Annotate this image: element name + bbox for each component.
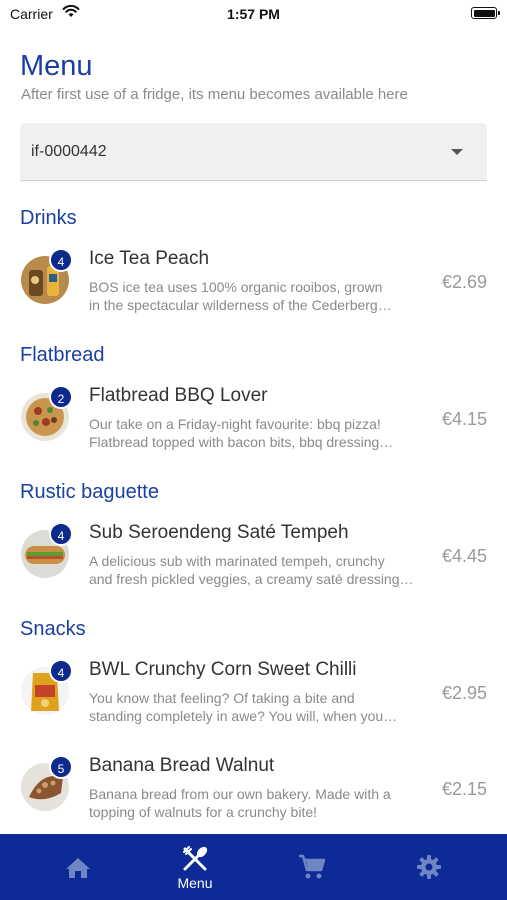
item-name: Flatbread BBQ Lover — [89, 385, 268, 406]
item-price: €4.45 — [441, 546, 487, 566]
item-description-line: in the spectacular wilderness of the Ced… — [89, 297, 392, 313]
fridge-select-value: if-0000442 — [31, 143, 107, 160]
gear-icon — [417, 855, 441, 879]
status-bar: Carrier 1:57 PM — [0, 0, 507, 30]
page-subtitle: After first use of a fridge, its menu be… — [21, 86, 408, 103]
home-icon — [66, 858, 90, 878]
tab-menu-label: Menu — [177, 875, 213, 891]
section-title-snacks: Snacks — [20, 618, 86, 640]
quantity-badge: 4 — [49, 659, 73, 683]
item-description-line: topping of walnuts for a crunchy bite! — [89, 804, 318, 820]
item-description-line: You know that feeling? Of taking a bite … — [89, 690, 355, 706]
section-title-flatbread: Flatbread — [20, 344, 105, 366]
menu-item[interactable]: 4 Ice Tea Peach BOS ice tea uses 100% or… — [0, 248, 507, 324]
tab-cart[interactable] — [249, 834, 375, 900]
item-description: A delicious sub with marinated tempeh, c… — [89, 552, 421, 588]
battery-icon — [471, 7, 500, 19]
quantity-badge: 4 — [49, 248, 73, 272]
section-title-rustic-baguette: Rustic baguette — [20, 481, 159, 503]
quantity-badge: 5 — [49, 755, 73, 779]
menu-item[interactable]: 4 Sub Seroendeng Saté Tempeh A delicious… — [0, 522, 507, 598]
section-title-drinks: Drinks — [20, 207, 77, 229]
item-description-line: A delicious sub with marinated tempeh, c… — [89, 553, 385, 569]
item-name: Ice Tea Peach — [89, 248, 210, 269]
quantity-badge: 2 — [49, 385, 73, 409]
tab-home[interactable] — [15, 834, 141, 900]
item-description-line: Flatbread topped with bacon bits, bbq dr… — [89, 434, 394, 450]
tab-bar: Menu — [0, 834, 507, 900]
item-price: €2.95 — [441, 683, 487, 703]
item-name: Banana Bread Walnut — [89, 755, 275, 776]
item-description-line: Banana bread from our own bakery. Made w… — [89, 786, 391, 802]
item-price: €2.69 — [441, 272, 487, 292]
cart-icon — [299, 854, 326, 879]
tab-settings[interactable] — [366, 834, 492, 900]
cutlery-icon — [183, 846, 208, 871]
menu-item[interactable]: 4 BWL Crunchy Corn Sweet Chilli You know… — [0, 659, 507, 735]
item-description-line: BOS ice tea uses 100% organic rooibos, g… — [89, 279, 383, 295]
page-title: Menu — [20, 50, 93, 82]
item-price: €4.15 — [441, 409, 487, 429]
item-description-line: Our take on a Friday-night favourite: bb… — [89, 416, 381, 432]
tab-menu[interactable]: Menu — [132, 834, 258, 900]
item-name: BWL Crunchy Corn Sweet Chilli — [89, 659, 357, 680]
fridge-select[interactable]: if-0000442 — [20, 123, 487, 181]
item-description: BOS ice tea uses 100% organic rooibos, g… — [89, 278, 421, 314]
status-time: 1:57 PM — [227, 6, 280, 22]
chevron-down-icon — [451, 149, 463, 155]
item-description: Our take on a Friday-night favourite: bb… — [89, 415, 421, 451]
item-description-line: and fresh pickled veggies, a creamy saté… — [89, 571, 414, 587]
menu-item[interactable]: 5 Banana Bread Walnut Banana bread from … — [0, 755, 507, 831]
item-name: Sub Seroendeng Saté Tempeh — [89, 522, 349, 543]
item-description: You know that feeling? Of taking a bite … — [89, 689, 421, 725]
item-description-line: standing completely in awe? You will, wh… — [89, 708, 398, 724]
item-price: €2.15 — [441, 779, 487, 799]
quantity-badge: 4 — [49, 522, 73, 546]
menu-item[interactable]: 2 Flatbread BBQ Lover Our take on a Frid… — [0, 385, 507, 461]
item-description: Banana bread from our own bakery. Made w… — [89, 785, 421, 821]
